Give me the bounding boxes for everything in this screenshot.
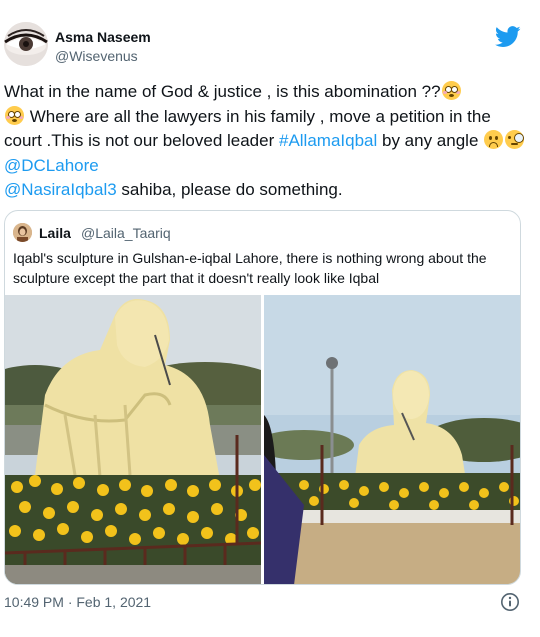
flushed-face-emoji — [441, 81, 461, 100]
quoted-author-name[interactable]: Laila — [39, 225, 71, 241]
mention-link-nasiraiqbal[interactable]: @NasiraIqbal3 — [4, 180, 117, 199]
hashtag-link[interactable]: #AllamaIqbal — [279, 131, 377, 150]
author-avatar[interactable] — [4, 22, 48, 66]
flushed-face-emoji — [5, 105, 24, 125]
sculpture-photo-left[interactable] — [5, 295, 261, 584]
mention-link-dclahore[interactable]: @DCLahore — [4, 156, 99, 175]
tweet-text: What in the name of God & justice , is t… — [4, 80, 528, 203]
sculpture-photo-right[interactable] — [264, 295, 520, 584]
quoted-author-avatar[interactable] — [13, 223, 32, 242]
author-handle[interactable]: @Wisevenus — [55, 48, 138, 64]
quoted-author-handle[interactable]: @Laila_Taariq — [81, 225, 171, 241]
twitter-bird-icon[interactable] — [495, 26, 521, 48]
quoted-tweet-text: Iqabl's sculpture in Gulshan-e-iqbal Lah… — [13, 250, 487, 286]
tweet-text-part4: sahiba, please do something. — [116, 180, 343, 199]
slightly-frowning-face-emoji — [484, 130, 504, 149]
author-name[interactable]: Asma Naseem — [55, 29, 151, 45]
tweet-text-part3: by any angle — [377, 131, 484, 150]
tweet-header: Asma Naseem @Wisevenus — [0, 0, 540, 70]
info-icon[interactable] — [500, 592, 520, 612]
face-with-monocle-emoji — [505, 130, 525, 149]
tweet-timestamp[interactable]: 10:49 PM · Feb 1, 2021 — [4, 594, 151, 610]
tweet-text-part1: What in the name of God & justice , is t… — [4, 82, 441, 101]
quoted-tweet-card[interactable]: Laila @Laila_Taariq Iqabl's sculpture in… — [4, 210, 521, 585]
